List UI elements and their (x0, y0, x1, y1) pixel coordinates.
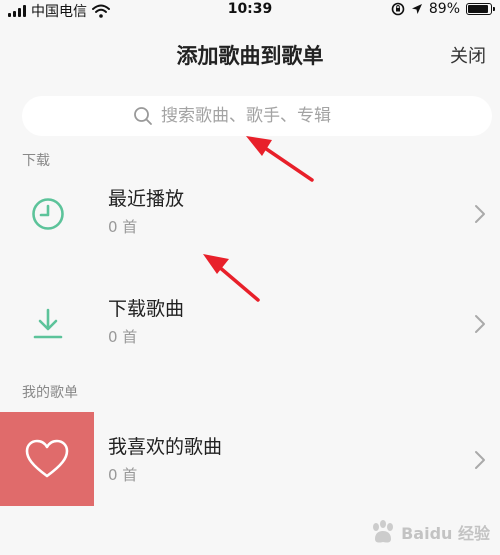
status-right: 89% (391, 1, 495, 17)
location-icon (411, 4, 422, 14)
row-title: 下载歌曲 (108, 298, 185, 320)
download-icon (22, 298, 74, 350)
clock-icon (22, 188, 74, 240)
rotation-lock-icon (391, 2, 405, 16)
baidu-watermark-logo: Baidu 经验 (369, 519, 490, 545)
paw-icon (373, 520, 394, 543)
battery-fill (468, 5, 488, 13)
battery-percent: 89% (428, 1, 460, 17)
row-downloaded-songs[interactable]: 下载歌曲 0 首 (0, 276, 500, 372)
chevron-right-icon (475, 315, 485, 333)
row-count: 0 首 (108, 328, 138, 346)
row-title: 我喜欢的歌曲 (108, 436, 223, 458)
chevron-right-icon (475, 451, 485, 469)
row-count: 0 首 (108, 218, 138, 236)
search-icon (134, 107, 152, 125)
search-box[interactable] (22, 96, 492, 136)
section-label-my-playlists: 我的歌单 (22, 385, 78, 401)
row-recently-played[interactable]: 最近播放 0 首 (0, 166, 500, 262)
watermark-text: Baidu 经验 (401, 524, 490, 543)
close-button[interactable]: 关闭 (450, 42, 486, 68)
page-title: 添加歌曲到歌单 (176, 44, 324, 68)
row-title: 最近播放 (108, 188, 185, 210)
row-count: 0 首 (108, 466, 138, 484)
battery-icon (466, 3, 495, 15)
header: 添加歌曲到歌单 关闭 (0, 30, 500, 78)
search-input[interactable] (161, 106, 381, 126)
row-liked-songs[interactable]: 我喜欢的歌曲 0 首 (0, 412, 500, 508)
chevron-right-icon (475, 205, 485, 223)
status-bar: 中国电信 10:39 89% (0, 0, 500, 20)
